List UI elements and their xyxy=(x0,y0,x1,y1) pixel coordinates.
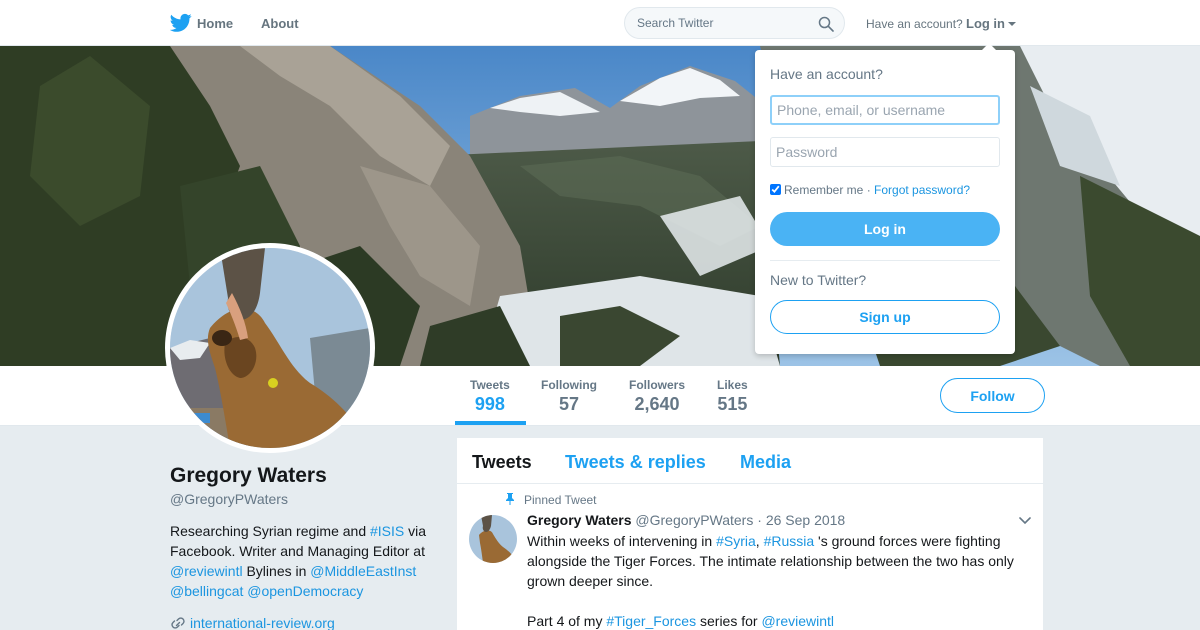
timeline-tabs: Tweets Tweets & replies Media xyxy=(457,438,1045,484)
tweet-paragraph: Within weeks of intervening in #Syria, #… xyxy=(527,531,1027,591)
mention-link[interactable]: @openDemocracy xyxy=(247,583,363,599)
tweet-avatar[interactable] xyxy=(469,515,517,563)
tweet-paragraph: Part 4 of my #Tiger_Forces series for @r… xyxy=(527,611,1027,630)
remember-row: Remember me · Forgot password? xyxy=(770,183,970,197)
stat-label: Tweets xyxy=(470,378,510,392)
nav-home-link[interactable]: Home xyxy=(197,16,233,31)
profile-avatar[interactable] xyxy=(165,243,375,453)
tweet-text: Within weeks of intervening in #Syria, #… xyxy=(527,531,1027,630)
caret-down-icon xyxy=(1008,22,1016,26)
profile-handle: @GregoryPWaters xyxy=(170,491,288,507)
avatar-dog-photo xyxy=(170,248,370,448)
mention-link[interactable]: @reviewintl xyxy=(761,613,834,629)
link-icon xyxy=(171,617,185,629)
pinned-label: Pinned Tweet xyxy=(524,493,597,507)
tweet-separator: · xyxy=(757,512,762,528)
search-box[interactable] xyxy=(624,7,845,39)
password-field[interactable] xyxy=(770,137,1000,167)
remember-me-checkbox[interactable] xyxy=(770,184,781,195)
login-button[interactable]: Log in xyxy=(770,212,1000,246)
nav-about-link[interactable]: About xyxy=(261,16,299,31)
profile-name[interactable]: Gregory Waters xyxy=(170,464,327,488)
tweet-text-segment: series for xyxy=(696,613,762,629)
tweet-author-handle[interactable]: @GregoryPWaters xyxy=(635,512,753,528)
tweet-text-segment: Within weeks of intervening in xyxy=(527,533,717,549)
remember-me-label[interactable]: Remember me xyxy=(784,183,863,197)
mention-link[interactable]: @reviewintl xyxy=(170,563,243,579)
tab-media[interactable]: Media xyxy=(740,452,791,473)
separator-dot: · xyxy=(863,183,875,197)
search-input[interactable] xyxy=(637,16,807,30)
stat-likes[interactable]: Likes 515 xyxy=(717,378,748,415)
stat-label: Followers xyxy=(629,378,686,392)
follow-button[interactable]: Follow xyxy=(940,378,1045,413)
forgot-password-link[interactable]: Forgot password? xyxy=(874,183,970,197)
hashtag-link[interactable]: #Russia xyxy=(764,533,815,549)
login-toggle-label: Log in xyxy=(966,16,1005,31)
dropdown-title: Have an account? xyxy=(770,66,883,82)
tab-tweets[interactable]: Tweets xyxy=(472,452,532,473)
login-dropdown-toggle[interactable]: Log in xyxy=(966,16,1016,31)
tweet-header: Gregory Waters @GregoryPWaters · 26 Sep … xyxy=(527,512,845,528)
login-dropdown: Have an account? Remember me · Forgot pa… xyxy=(755,43,1015,354)
stat-label: Likes xyxy=(717,378,748,392)
mention-link[interactable]: @bellingcat xyxy=(170,583,243,599)
username-field[interactable] xyxy=(770,95,1000,125)
have-account-text: Have an account? xyxy=(866,17,963,31)
profile-website[interactable]: international-review.org xyxy=(170,615,335,630)
stat-value: 2,640 xyxy=(634,394,680,414)
new-to-twitter-text: New to Twitter? xyxy=(770,272,867,288)
hashtag-link[interactable]: #Syria xyxy=(716,533,756,549)
stat-label: Following xyxy=(541,378,597,392)
search-icon[interactable] xyxy=(818,16,834,32)
chevron-down-icon[interactable] xyxy=(1019,517,1031,525)
hashtag-link[interactable]: #ISIS xyxy=(370,523,404,539)
hashtag-link[interactable]: #Tiger_Forces xyxy=(606,613,696,629)
stat-followers[interactable]: Followers 2,640 xyxy=(629,378,685,415)
tab-tweets-replies[interactable]: Tweets & replies xyxy=(565,452,706,473)
mention-link[interactable]: @MiddleEastInst xyxy=(310,563,416,579)
signup-button[interactable]: Sign up xyxy=(770,300,1000,334)
tweet-avatar-dog-photo xyxy=(469,515,517,563)
stat-value: 57 xyxy=(558,394,580,414)
top-nav: Home About Have an account? Log in xyxy=(0,0,1200,46)
pin-icon xyxy=(506,493,514,505)
tweet-date[interactable]: 26 Sep 2018 xyxy=(766,512,845,528)
active-stat-underline xyxy=(455,421,526,425)
twitter-bird-icon[interactable] xyxy=(170,13,192,33)
timeline: Tweets Tweets & replies Media Pinned Twe… xyxy=(456,437,1045,630)
tweet-text-segment: Part 4 of my xyxy=(527,613,607,629)
profile-bio: Researching Syrian regime and #ISIS via … xyxy=(170,521,445,601)
pinned-tweet-context: Pinned Tweet xyxy=(505,493,597,507)
bio-text: Researching Syrian regime and xyxy=(170,523,370,539)
stat-value: 998 xyxy=(474,394,505,414)
stat-value: 515 xyxy=(717,394,748,414)
website-link[interactable]: international-review.org xyxy=(190,615,335,630)
stat-tweets[interactable]: Tweets 998 xyxy=(470,378,510,415)
bio-text: Bylines in xyxy=(242,563,311,579)
stat-following[interactable]: Following 57 xyxy=(541,378,597,415)
tweet-author-name[interactable]: Gregory Waters xyxy=(527,512,632,528)
divider xyxy=(770,260,1000,261)
tweet-text-segment: , xyxy=(755,533,764,549)
